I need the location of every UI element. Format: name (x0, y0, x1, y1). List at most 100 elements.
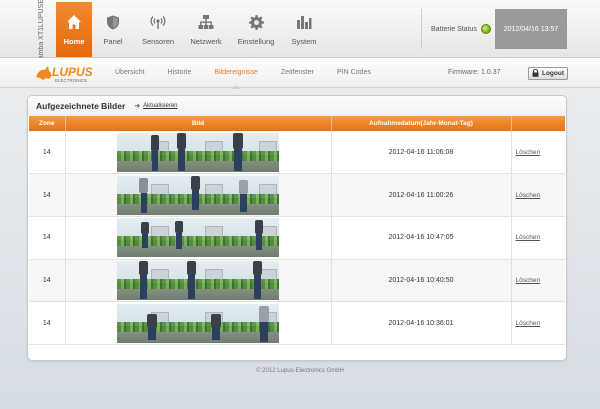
zone-cell: 14 (29, 259, 66, 303)
image-thumbnail[interactable] (225, 175, 279, 215)
table-row: 14 2012-04-16 10:40:50 Löschen (29, 259, 565, 303)
image-thumbnail[interactable] (117, 175, 171, 215)
firmware-version: Firmware: 1.0.37 (448, 69, 501, 76)
nav-item-panel[interactable]: Panel (92, 2, 134, 57)
footer-copyright: © 2012 Lupus-Electronics GmbH (256, 368, 344, 374)
column-header-date: Aufnahmedatum(Jahr-Monat-Tag) (331, 116, 512, 131)
zone-cell: 14 (29, 131, 66, 175)
table-header-row: Zone Bild Aufnahmedatum(Jahr-Monat-Tag) (29, 116, 565, 131)
image-thumbnail[interactable] (225, 218, 279, 258)
refresh-link[interactable]: ➜ Aktualisieren (134, 102, 177, 110)
delete-cell: Löschen (511, 301, 565, 345)
brand-vertical: LUPUSEC Namba XT1 (30, 0, 52, 64)
nav-item-home[interactable]: Home (56, 2, 92, 57)
image-cell (65, 301, 332, 345)
subnav-uebersicht[interactable]: Übersicht (115, 58, 145, 88)
svg-text:ELECTRONICS: ELECTRONICS (55, 78, 87, 83)
image-strip[interactable] (66, 260, 331, 300)
main-nav: Home Panel Sensoren Netzwerk Einstellung (56, 2, 326, 57)
gear-icon (248, 14, 264, 30)
nav-label-panel: Panel (103, 37, 123, 46)
table-row: 14 2012-04-16 10:47:05 Löschen (29, 216, 565, 260)
image-thumbnail[interactable] (171, 260, 225, 300)
arrow-right-icon: ➜ (134, 103, 141, 110)
nav-item-einstellung[interactable]: Einstellung (230, 2, 282, 57)
date-cell: 2012-04-16 11:06:08 (331, 131, 512, 175)
image-thumbnail[interactable] (171, 218, 225, 258)
home-icon (66, 14, 82, 30)
image-thumbnail[interactable] (225, 132, 279, 172)
date-cell: 2012-04-16 11:00:26 (331, 173, 512, 217)
image-thumbnail[interactable] (117, 260, 171, 300)
image-thumbnail[interactable] (171, 303, 225, 343)
table-body: 14 2012-04-16 11:06:08 Löschen 14 2012-0… (29, 131, 565, 345)
image-strip[interactable] (66, 175, 331, 215)
delete-cell: Löschen (511, 173, 565, 217)
image-cell (65, 173, 332, 217)
delete-cell: Löschen (511, 259, 565, 303)
battery-status: Batterie Status 2012/04/16 13:57 (421, 9, 567, 49)
table-row: 14 2012-04-16 11:06:08 Löschen (29, 131, 565, 175)
image-thumbnail[interactable] (171, 175, 225, 215)
sensor-icon (150, 14, 166, 30)
image-thumbnail[interactable] (117, 218, 171, 258)
delete-link[interactable]: Löschen (516, 234, 541, 241)
images-table: Zone Bild Aufnahmedatum(Jahr-Monat-Tag) … (29, 116, 565, 345)
shield-icon (105, 14, 121, 30)
nav-label-netzwerk: Netzwerk (190, 37, 222, 46)
brand-line-1: LUPUSEC (37, 0, 45, 27)
bars-icon (296, 14, 312, 30)
delete-link[interactable]: Löschen (516, 277, 541, 284)
image-thumbnail[interactable] (225, 260, 279, 300)
table-row: 14 2012-04-16 11:00:26 Löschen (29, 173, 565, 217)
image-strip[interactable] (66, 303, 331, 343)
subnav-bildereignisse[interactable]: Bildereignisse (214, 58, 258, 89)
nav-label-einstellung: Einstellung (237, 37, 275, 46)
zone-cell: 14 (29, 173, 66, 217)
lupus-logo: LUPUS ELECTRONICS (34, 63, 100, 85)
delete-cell: Löschen (511, 216, 565, 260)
image-thumbnail[interactable] (117, 132, 171, 172)
subnav-historie[interactable]: Historie (168, 58, 192, 88)
column-header-zone: Zone (29, 116, 66, 131)
sub-bar: LUPUS ELECTRONICS Übersicht Historie Bil… (0, 58, 600, 89)
datetime-display: 2012/04/16 13:57 (495, 9, 567, 49)
image-thumbnail[interactable] (171, 132, 225, 172)
image-thumbnail[interactable] (225, 303, 279, 343)
logout-label: Logout (541, 70, 565, 77)
image-cell (65, 131, 332, 175)
zone-cell: 14 (29, 216, 66, 260)
refresh-label: Aktualisieren (143, 103, 178, 109)
delete-link[interactable]: Löschen (516, 192, 541, 199)
nav-label-system: System (291, 37, 317, 46)
nav-label-sensoren: Sensoren (141, 37, 175, 46)
date-cell: 2012-04-16 10:47:05 (331, 216, 512, 260)
zone-cell: 14 (29, 301, 66, 345)
nav-label-home: Home (63, 37, 85, 46)
delete-link[interactable]: Löschen (516, 149, 541, 156)
image-cell (65, 216, 332, 260)
nav-item-netzwerk[interactable]: Netzwerk (182, 2, 230, 57)
logout-button[interactable]: Logout (528, 67, 568, 80)
top-bar: LUPUSEC Namba XT1 Home Panel Sensoren Ne… (0, 0, 600, 64)
lock-icon (532, 68, 539, 79)
image-strip[interactable] (66, 218, 331, 258)
panel-title: Aufgezeichnete Bilder (36, 101, 126, 111)
sub-nav: Übersicht Historie Bildereignisse Zeitfe… (115, 58, 394, 89)
network-icon (198, 14, 214, 30)
date-cell: 2012-04-16 10:40:50 (331, 259, 512, 303)
delete-link[interactable]: Löschen (516, 320, 541, 327)
table-row: 14 2012-04-16 10:36:01 Löschen (29, 301, 565, 345)
image-thumbnail[interactable] (117, 303, 171, 343)
image-cell (65, 259, 332, 303)
delete-cell: Löschen (511, 131, 565, 175)
image-strip[interactable] (66, 132, 331, 172)
svg-text:LUPUS: LUPUS (52, 65, 93, 79)
column-header-image: Bild (65, 116, 332, 131)
date-cell: 2012-04-16 10:36:01 (331, 301, 512, 345)
subnav-zeitfenster[interactable]: Zeitfenster (281, 58, 314, 88)
column-header-action (511, 116, 565, 131)
nav-item-system[interactable]: System (282, 2, 326, 57)
nav-item-sensoren[interactable]: Sensoren (134, 2, 182, 57)
subnav-pin-codes[interactable]: PIN Codes (337, 58, 371, 88)
